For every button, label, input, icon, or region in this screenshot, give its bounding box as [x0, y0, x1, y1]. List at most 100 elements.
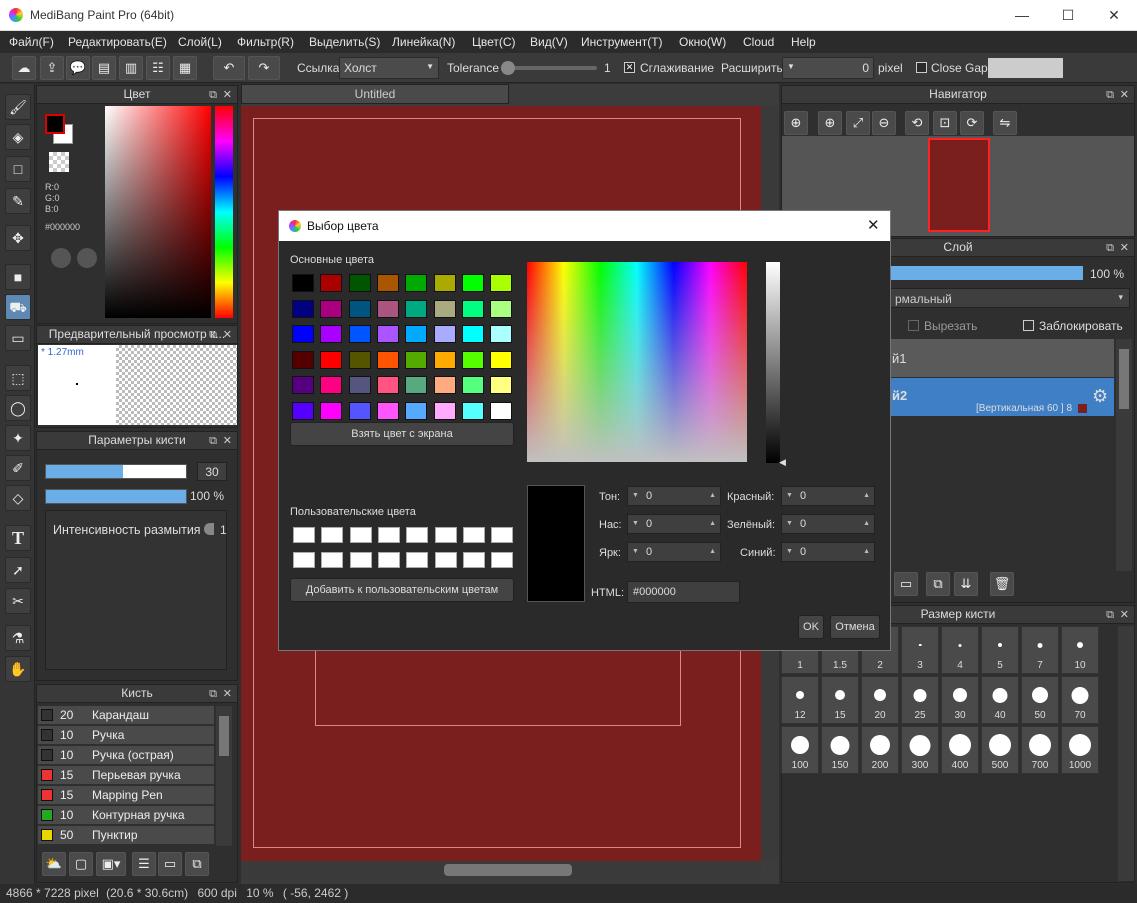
clip-checkbox[interactable]	[908, 320, 919, 331]
eraser-tool-icon[interactable]: ◈	[5, 124, 31, 150]
folder-icon[interactable]: ▭	[158, 852, 182, 876]
brush-size-cell[interactable]: 4	[941, 626, 979, 674]
custom-color-swatch[interactable]	[293, 552, 315, 568]
brush-list-scrollbar[interactable]	[216, 706, 232, 846]
gear-icon[interactable]: ⚙	[1092, 386, 1108, 407]
basic-color-swatch[interactable]	[433, 299, 456, 318]
brush-size-slider[interactable]	[45, 464, 187, 479]
basic-color-swatch[interactable]	[405, 350, 428, 369]
menu-view[interactable]: Вид(V)	[530, 35, 568, 49]
brush-size-cell[interactable]: 100	[781, 726, 819, 774]
operation-tool-icon[interactable]: ➚	[5, 557, 31, 583]
brush-size-cell[interactable]: 25	[901, 676, 939, 724]
basic-color-swatch[interactable]	[433, 325, 456, 343]
hue-slider[interactable]	[215, 106, 233, 318]
brush-tool-icon[interactable]: 🖌	[5, 94, 31, 120]
menu-ruler[interactable]: Линейка(N)	[392, 35, 455, 49]
cloud-brush-icon[interactable]: ⛅	[42, 852, 66, 876]
basic-color-swatch[interactable]	[320, 401, 343, 420]
custom-color-swatch[interactable]	[406, 552, 429, 568]
basic-color-swatch[interactable]	[405, 299, 428, 318]
primary-color-swatch[interactable]	[45, 114, 65, 134]
brush-size-cell[interactable]: 10	[1061, 626, 1099, 674]
folder-icon[interactable]: ▭	[894, 572, 918, 596]
rotate-right-icon[interactable]: ⟳	[960, 111, 984, 135]
basic-color-swatch[interactable]	[433, 274, 456, 292]
spin-down-icon[interactable]: ▼	[786, 492, 793, 499]
brush-size-cell[interactable]: 30	[941, 676, 979, 724]
saturation-value-picker[interactable]	[105, 106, 211, 318]
basic-color-swatch[interactable]	[490, 401, 513, 420]
basic-color-swatch[interactable]	[405, 325, 428, 343]
panel-close-icon[interactable]: ✕	[223, 327, 232, 344]
cancel-button[interactable]: Отмена	[830, 615, 880, 639]
popout-icon[interactable]: ⧉	[1106, 87, 1114, 104]
move-tool-icon[interactable]: ✥	[5, 225, 31, 251]
menu-edit[interactable]: Редактировать(E)	[68, 35, 167, 49]
basic-color-swatch[interactable]	[348, 376, 371, 394]
basic-color-swatch[interactable]	[461, 325, 484, 343]
custom-color-swatch[interactable]	[491, 527, 514, 543]
popout-icon[interactable]: ⧉	[209, 87, 217, 104]
menu-color[interactable]: Цвет(C)	[472, 35, 516, 49]
hue-saturation-field[interactable]	[527, 262, 747, 462]
brush-list-item[interactable]: 20 Карандаш	[38, 706, 214, 725]
popout-icon[interactable]: ⧉	[209, 433, 217, 450]
lock-checkbox[interactable]	[1023, 320, 1034, 331]
canvas-horizontal-scrollbar[interactable]	[241, 861, 761, 879]
expand-input[interactable]: ▼ 0	[782, 57, 874, 79]
close-gaps-field[interactable]	[988, 58, 1063, 78]
brush-size-cell[interactable]: 150	[821, 726, 859, 774]
brush-size-cell[interactable]: 7	[1021, 626, 1059, 674]
basic-color-swatch[interactable]	[490, 274, 513, 292]
fill-rect-tool-icon[interactable]: ■	[5, 264, 31, 290]
layer-row[interactable]: й1	[890, 339, 1114, 377]
pen-tool-icon[interactable]: ✎	[5, 188, 31, 214]
brush-size-cell[interactable]: 5	[981, 626, 1019, 674]
select-pen-icon[interactable]: ✐	[5, 455, 31, 481]
custom-color-swatch[interactable]	[349, 552, 372, 568]
page-settings-icon[interactable]: ☷	[146, 56, 170, 80]
document-icon[interactable]: ▥	[119, 56, 143, 80]
green-spinbox[interactable]: ▼ 0 ▲	[781, 514, 875, 534]
trash-icon[interactable]: 🗑	[990, 572, 1014, 596]
brush-size-cell[interactable]: 400	[941, 726, 979, 774]
reset-view-icon[interactable]: ⊡	[933, 111, 957, 135]
value-spinbox[interactable]: ▼ 0 ▲	[627, 542, 721, 562]
basic-color-swatch[interactable]	[433, 401, 456, 420]
pick-screen-color-button[interactable]: Взять цвет с экрана	[290, 422, 514, 446]
basic-color-swatch[interactable]	[376, 274, 399, 292]
layer-row-selected[interactable]: й2 [Вертикальная 60 ] 8 ⚙	[890, 378, 1114, 416]
menu-window[interactable]: Окно(W)	[679, 35, 726, 49]
basic-color-swatch[interactable]	[348, 350, 371, 369]
panel-close-icon[interactable]: ✕	[223, 87, 232, 104]
layer-opacity-slider[interactable]	[890, 266, 1083, 280]
brush-list-item[interactable]: 15 Перьевая ручка	[38, 766, 214, 785]
merge-layer-icon[interactable]: ⇊	[954, 572, 978, 596]
basic-color-swatch[interactable]	[490, 325, 513, 343]
document-tab[interactable]: Untitled	[241, 84, 509, 104]
zoom-in-icon[interactable]: ⊕	[818, 111, 842, 135]
zoom-out-icon[interactable]: ⊖	[872, 111, 896, 135]
dialog-close-button[interactable]: ✕	[867, 216, 880, 234]
scrollbar-thumb[interactable]	[219, 716, 229, 756]
smoothing-checkbox[interactable]: ✕	[624, 62, 635, 73]
value-slider-arrow-icon[interactable]: ◀	[779, 457, 786, 468]
spin-down-icon[interactable]: ▼	[632, 520, 639, 527]
spin-up-icon[interactable]: ▲	[863, 548, 870, 555]
menu-help[interactable]: Help	[791, 35, 816, 49]
close-button[interactable]: ✕	[1091, 0, 1137, 31]
upload-icon[interactable]: ⇪	[40, 56, 64, 80]
custom-color-swatch[interactable]	[462, 527, 485, 543]
brush-list-item[interactable]: 10 Ручка	[38, 726, 214, 745]
close-gaps-checkbox[interactable]	[916, 62, 927, 73]
spin-up-icon[interactable]: ▲	[709, 492, 716, 499]
add-brush-menu-icon[interactable]: ▣▾	[96, 852, 126, 876]
brush-size-cell[interactable]: 300	[901, 726, 939, 774]
spin-down-icon[interactable]: ▼	[786, 548, 793, 555]
custom-color-swatch[interactable]	[491, 552, 514, 568]
flip-horizontal-icon[interactable]: ⇋	[993, 111, 1017, 135]
custom-color-swatch[interactable]	[321, 552, 344, 568]
undo-icon[interactable]: ↶	[213, 56, 245, 80]
menu-layer[interactable]: Слой(L)	[178, 35, 222, 49]
